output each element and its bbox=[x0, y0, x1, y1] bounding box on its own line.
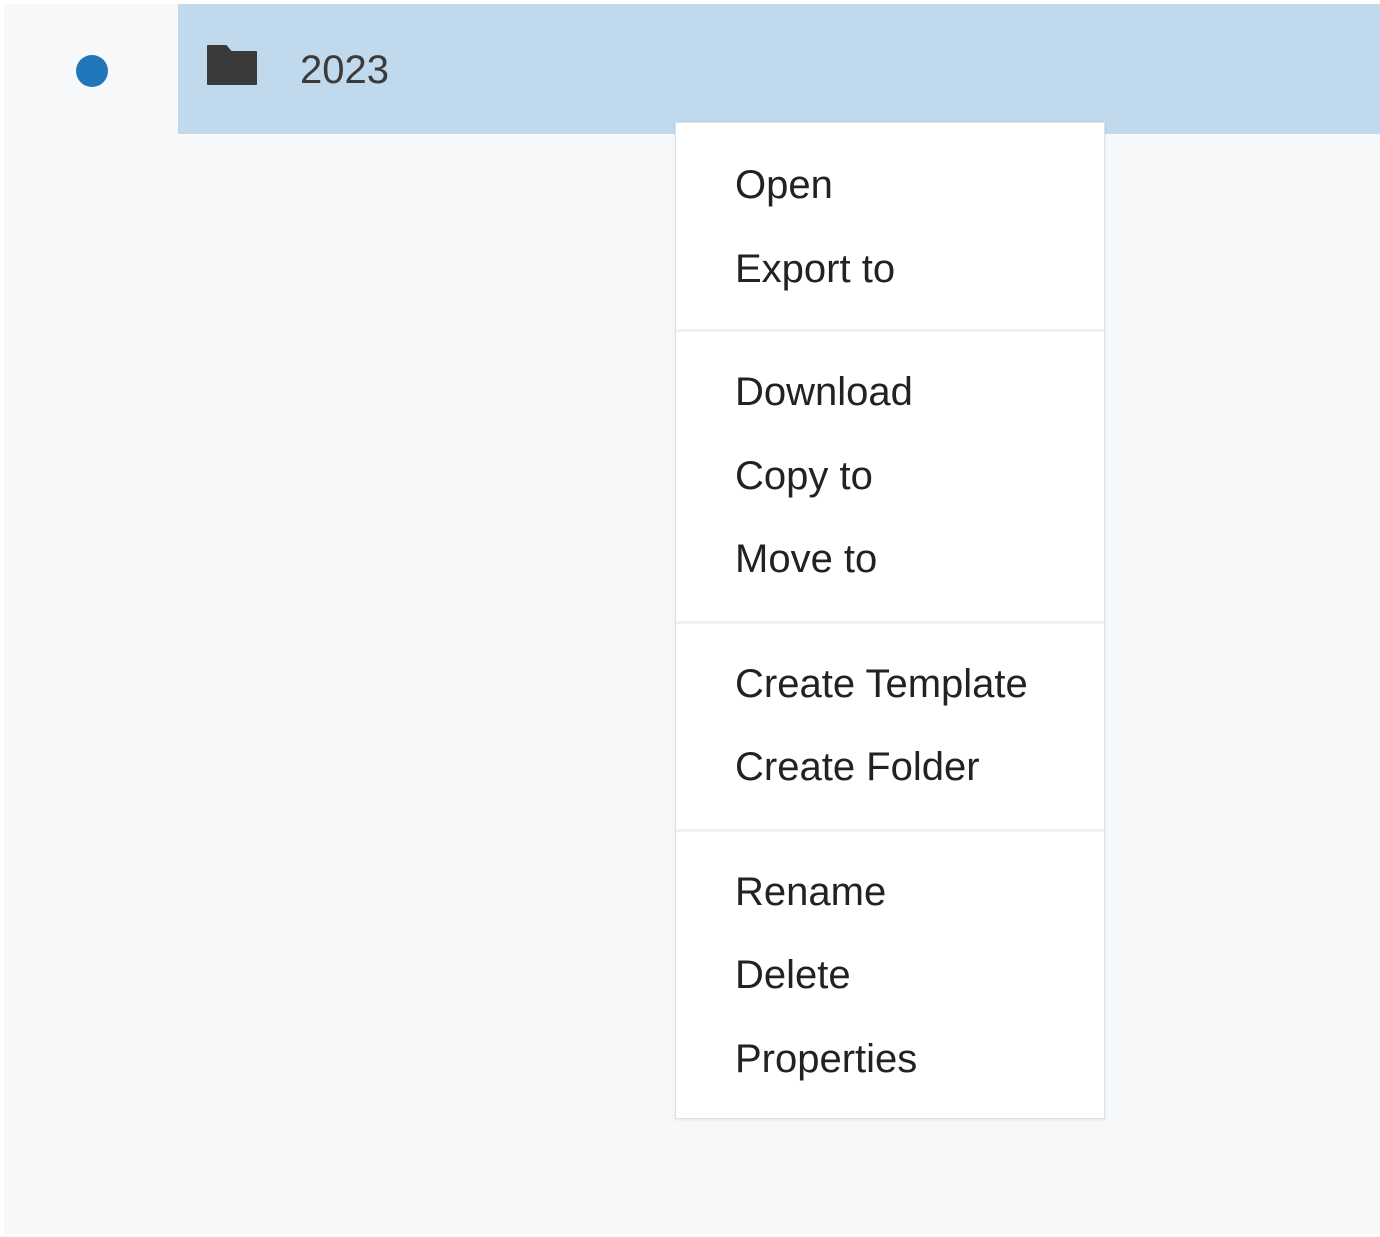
menu-item-delete[interactable]: Delete bbox=[735, 949, 851, 1001]
status-dot-icon bbox=[76, 55, 108, 87]
menu-item-download[interactable]: Download bbox=[735, 366, 913, 418]
menu-item-export-to[interactable]: Export to bbox=[735, 243, 895, 295]
menu-item-open[interactable]: Open bbox=[735, 159, 833, 211]
menu-item-move-to[interactable]: Move to bbox=[735, 533, 877, 585]
menu-separator bbox=[676, 829, 1104, 832]
context-menu: Open Export to Download Copy to Move to … bbox=[675, 122, 1105, 1119]
menu-item-properties[interactable]: Properties bbox=[735, 1033, 917, 1085]
menu-item-create-template[interactable]: Create Template bbox=[735, 658, 1028, 710]
folder-name: 2023 bbox=[300, 48, 389, 92]
menu-item-rename[interactable]: Rename bbox=[735, 866, 886, 918]
menu-item-copy-to[interactable]: Copy to bbox=[735, 450, 873, 502]
folder-icon bbox=[207, 45, 257, 85]
menu-separator bbox=[676, 621, 1104, 624]
menu-separator bbox=[676, 329, 1104, 332]
menu-item-create-folder[interactable]: Create Folder bbox=[735, 741, 980, 793]
